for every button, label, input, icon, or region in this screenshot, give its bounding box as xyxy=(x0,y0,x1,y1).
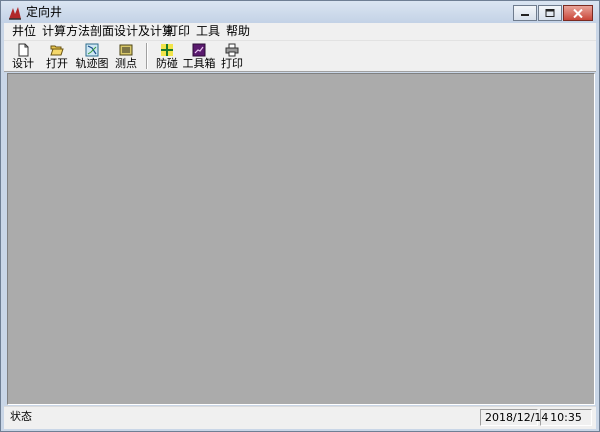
close-button[interactable] xyxy=(563,5,593,21)
anti-collision-icon xyxy=(161,44,173,56)
open-label: 打开 xyxy=(46,57,68,70)
menu-tools[interactable]: 工具 xyxy=(194,24,222,39)
window-title: 定向井 xyxy=(26,5,63,19)
design-label: 设计 xyxy=(12,57,34,70)
menu-bar: 井位 计算方法 剖面设计及计算 打印 工具 帮助 xyxy=(4,23,596,41)
menu-help[interactable]: 帮助 xyxy=(224,24,252,39)
menu-calculation-method[interactable]: 计算方法 xyxy=(40,24,92,39)
status-date: 2018/12/14 xyxy=(480,409,548,426)
title-bar[interactable]: 定向井 xyxy=(1,1,599,23)
mdi-client-area[interactable] xyxy=(7,73,595,405)
status-time: 10:35 xyxy=(540,409,592,426)
trajectory-label: 轨迹图 xyxy=(75,57,109,70)
toolbox-icon xyxy=(192,43,206,57)
survey-point-button[interactable]: 测点 xyxy=(110,42,142,70)
print-label: 打印 xyxy=(221,57,243,70)
toolbox-button[interactable]: 工具箱 xyxy=(181,42,217,70)
design-button[interactable]: 设计 xyxy=(7,42,39,70)
toolbox-label: 工具箱 xyxy=(182,57,216,70)
maximize-button[interactable] xyxy=(538,5,562,21)
anti-collision-label: 防碰 xyxy=(156,57,178,70)
toolbar-separator xyxy=(146,43,148,69)
printer-icon xyxy=(225,43,239,57)
minimize-icon xyxy=(521,14,529,16)
status-text: 状态 xyxy=(10,410,32,423)
menu-print[interactable]: 打印 xyxy=(164,24,192,39)
menu-profile-design[interactable]: 剖面设计及计算 xyxy=(88,24,176,39)
trajectory-chart-icon xyxy=(85,43,99,57)
status-bar: 状态 2018/12/14 10:35 xyxy=(4,406,596,429)
open-folder-icon xyxy=(50,45,64,56)
minimize-button[interactable] xyxy=(513,5,537,21)
new-document-icon xyxy=(18,43,29,57)
close-icon xyxy=(573,8,583,18)
anti-collision-button[interactable]: 防碰 xyxy=(151,42,183,70)
main-window: 定向井 井位 计算方法 剖面设计及计算 打印 工具 帮助 设计 打开 轨迹图 测… xyxy=(0,0,600,432)
maximize-icon xyxy=(545,9,555,17)
menu-well-location[interactable]: 井位 xyxy=(10,24,38,39)
open-button[interactable]: 打开 xyxy=(41,42,73,70)
survey-point-label: 测点 xyxy=(115,57,137,70)
app-logo-icon xyxy=(9,7,21,20)
toolbar: 设计 打开 轨迹图 测点 防碰 工具箱 打印 xyxy=(4,41,596,72)
print-button[interactable]: 打印 xyxy=(216,42,248,70)
trajectory-button[interactable]: 轨迹图 xyxy=(74,42,110,70)
survey-point-icon xyxy=(119,44,133,56)
